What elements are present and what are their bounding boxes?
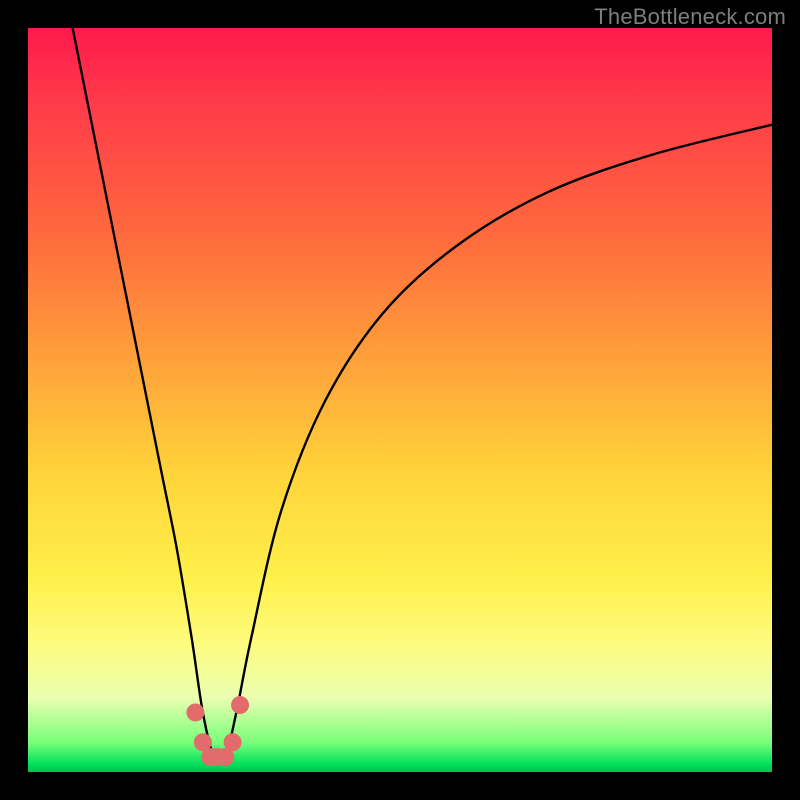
highlight-marker [231,696,249,714]
chart-svg [28,28,772,772]
highlight-markers [186,696,249,766]
highlight-marker [186,703,204,721]
chart-frame: TheBottleneck.com [0,0,800,800]
plot-area [28,28,772,772]
bottleneck-curve [73,28,772,763]
highlight-marker [224,733,242,751]
watermark-text: TheBottleneck.com [594,4,786,30]
